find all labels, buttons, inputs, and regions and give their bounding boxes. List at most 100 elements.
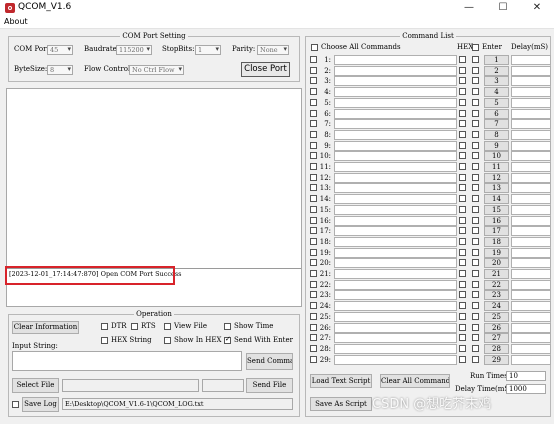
command-enter-checkbox[interactable] — [472, 270, 479, 277]
command-enter-checkbox[interactable] — [472, 120, 479, 128]
command-enter-checkbox[interactable] — [472, 302, 479, 310]
command-input[interactable] — [334, 258, 457, 269]
command-enter-checkbox[interactable] — [472, 163, 479, 170]
command-hex-checkbox[interactable] — [459, 66, 466, 74]
command-input[interactable] — [334, 269, 457, 279]
show-in-hex-checkbox[interactable] — [164, 337, 171, 344]
command-delay-input[interactable] — [511, 140, 551, 151]
command-enter-checkbox[interactable] — [472, 227, 479, 235]
command-delay-input[interactable] — [511, 183, 551, 194]
command-hex-checkbox[interactable] — [459, 302, 466, 310]
command-send-button[interactable]: 29 — [484, 354, 509, 365]
command-select-checkbox[interactable] — [310, 173, 317, 181]
command-enter-checkbox[interactable] — [472, 88, 479, 96]
command-input[interactable] — [334, 247, 457, 258]
close-window-button[interactable]: ✕ — [520, 0, 554, 16]
command-send-button[interactable]: 10 — [484, 151, 509, 162]
load-text-script-button[interactable]: Load Text Script — [310, 374, 372, 388]
command-select-checkbox[interactable] — [310, 56, 317, 63]
log-path-field[interactable]: E:\Desktop\QCOM_V1.6-1\QCOM_LOG.txt — [62, 398, 293, 410]
command-hex-checkbox[interactable] — [459, 334, 466, 342]
command-input[interactable] — [334, 343, 457, 354]
command-input[interactable] — [334, 301, 457, 312]
command-select-checkbox[interactable] — [310, 227, 317, 235]
command-delay-input[interactable] — [511, 108, 551, 119]
command-select-checkbox[interactable] — [310, 355, 317, 363]
command-hex-checkbox[interactable] — [459, 344, 466, 352]
command-send-button[interactable]: 1 — [484, 55, 509, 65]
hex-string-checkbox[interactable] — [101, 337, 108, 344]
command-input[interactable] — [334, 311, 457, 322]
command-hex-checkbox[interactable] — [459, 323, 466, 331]
command-enter-checkbox[interactable] — [472, 291, 479, 299]
command-delay-input[interactable] — [511, 76, 551, 87]
command-select-checkbox[interactable] — [310, 130, 317, 138]
command-enter-checkbox[interactable] — [472, 152, 479, 160]
command-send-button[interactable]: 14 — [484, 194, 509, 205]
command-enter-checkbox[interactable] — [472, 98, 479, 106]
command-input[interactable] — [334, 65, 457, 76]
command-select-checkbox[interactable] — [310, 141, 317, 149]
command-enter-checkbox[interactable] — [472, 56, 479, 63]
command-input[interactable] — [334, 97, 457, 108]
view-file-checkbox[interactable] — [164, 323, 171, 330]
command-delay-input[interactable] — [511, 172, 551, 183]
menu-about[interactable]: About — [4, 17, 28, 26]
command-enter-checkbox[interactable] — [472, 280, 479, 288]
command-select-checkbox[interactable] — [310, 302, 317, 310]
command-hex-checkbox[interactable] — [459, 120, 466, 128]
command-hex-checkbox[interactable] — [459, 270, 466, 277]
stopbits-select[interactable]: 1 — [195, 45, 221, 55]
command-enter-checkbox[interactable] — [472, 323, 479, 331]
command-delay-input[interactable] — [511, 311, 551, 322]
command-delay-input[interactable] — [511, 162, 551, 172]
command-select-checkbox[interactable] — [310, 291, 317, 299]
command-send-button[interactable]: 19 — [484, 247, 509, 258]
command-delay-input[interactable] — [511, 279, 551, 290]
command-enter-checkbox[interactable] — [472, 184, 479, 192]
command-enter-checkbox[interactable] — [472, 259, 479, 267]
command-hex-checkbox[interactable] — [459, 56, 466, 63]
command-select-checkbox[interactable] — [310, 195, 317, 203]
command-send-button[interactable]: 20 — [484, 258, 509, 269]
command-input[interactable] — [334, 76, 457, 87]
command-delay-input[interactable] — [511, 97, 551, 108]
command-delay-input[interactable] — [511, 87, 551, 98]
choose-all-checkbox[interactable] — [311, 44, 318, 51]
command-hex-checkbox[interactable] — [459, 312, 466, 320]
input-string-field[interactable] — [12, 351, 242, 371]
command-hex-checkbox[interactable] — [459, 152, 466, 160]
bytesize-select[interactable]: 8 — [47, 65, 73, 75]
command-input[interactable] — [334, 162, 457, 172]
command-enter-checkbox[interactable] — [472, 205, 479, 213]
select-file-button[interactable]: Select File — [12, 378, 59, 393]
command-send-button[interactable]: 6 — [484, 108, 509, 119]
command-input[interactable] — [334, 236, 457, 247]
command-select-checkbox[interactable] — [310, 66, 317, 74]
command-select-checkbox[interactable] — [310, 237, 317, 245]
command-select-checkbox[interactable] — [310, 120, 317, 128]
command-select-checkbox[interactable] — [310, 98, 317, 106]
command-send-button[interactable]: 26 — [484, 322, 509, 333]
command-hex-checkbox[interactable] — [459, 216, 466, 224]
flow-control-select[interactable]: No Ctrl Flow — [129, 65, 184, 75]
command-delay-input[interactable] — [511, 301, 551, 312]
command-hex-checkbox[interactable] — [459, 291, 466, 299]
command-send-button[interactable]: 7 — [484, 119, 509, 130]
command-send-button[interactable]: 24 — [484, 301, 509, 312]
command-delay-input[interactable] — [511, 258, 551, 269]
maximize-button[interactable]: ☐ — [486, 0, 520, 16]
command-delay-input[interactable] — [511, 215, 551, 226]
command-input[interactable] — [334, 172, 457, 183]
command-input[interactable] — [334, 55, 457, 65]
command-hex-checkbox[interactable] — [459, 227, 466, 235]
baudrate-select[interactable]: 115200 — [116, 45, 152, 55]
command-input[interactable] — [334, 87, 457, 98]
file-path-field[interactable] — [62, 379, 199, 392]
command-enter-checkbox[interactable] — [472, 130, 479, 138]
command-send-button[interactable]: 5 — [484, 97, 509, 108]
command-select-checkbox[interactable] — [310, 88, 317, 96]
command-send-button[interactable]: 13 — [484, 183, 509, 194]
command-hex-checkbox[interactable] — [459, 141, 466, 149]
command-send-button[interactable]: 8 — [484, 129, 509, 140]
